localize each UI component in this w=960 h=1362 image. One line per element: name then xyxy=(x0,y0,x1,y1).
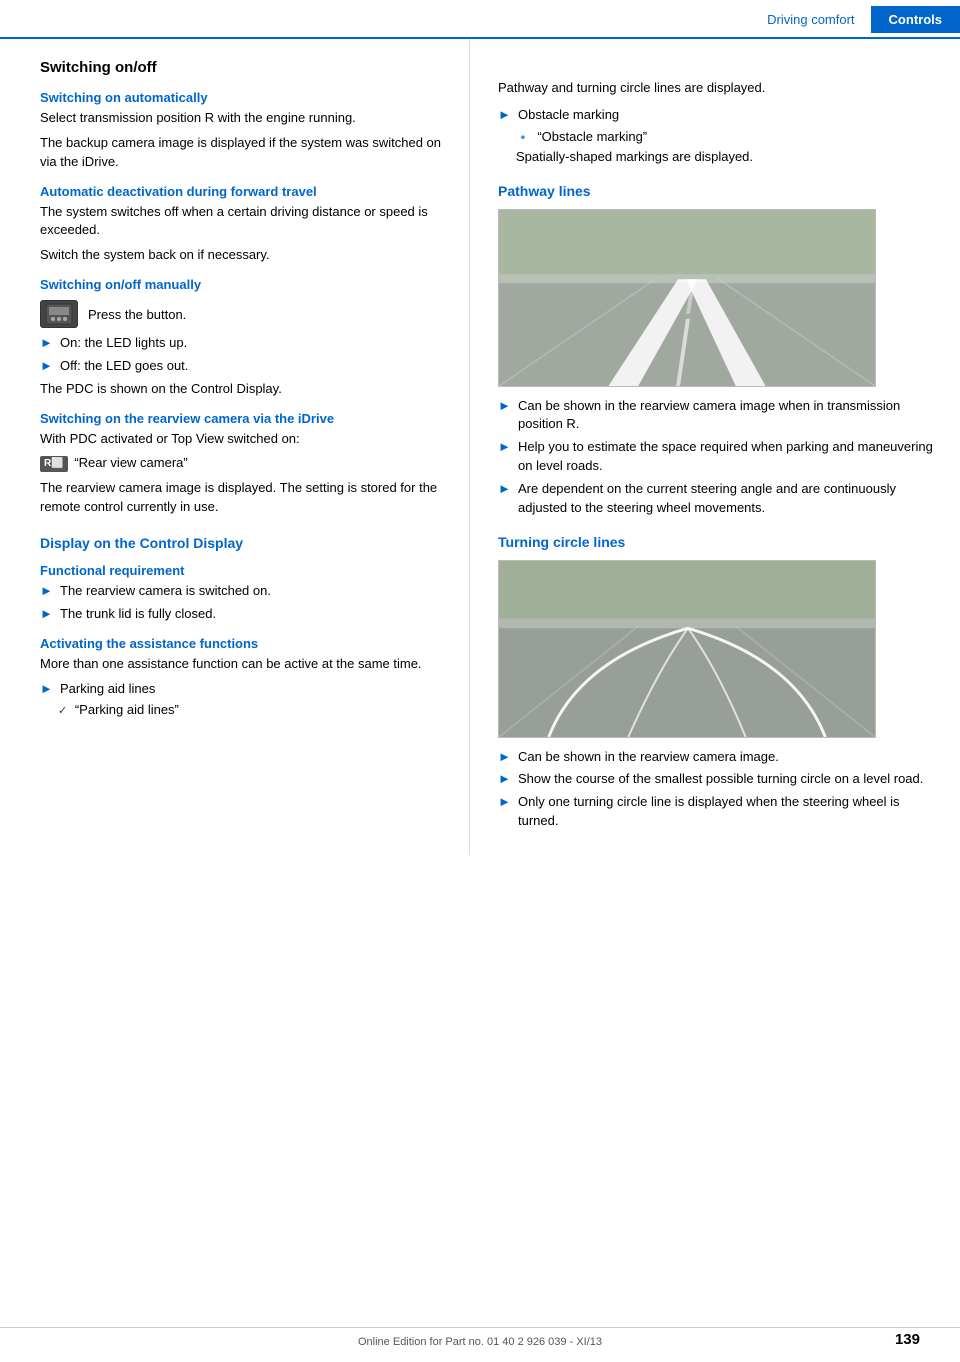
header-driving-comfort: Driving comfort xyxy=(767,12,870,27)
section-display-control: Display on the Control Display xyxy=(40,535,445,551)
sub-bullet-obstacle: 🔹 “Obstacle marking” xyxy=(516,129,936,144)
obstacle-sub-text: “Obstacle marking” xyxy=(537,129,647,144)
arrow-icon-6: ► xyxy=(498,107,512,122)
bullet-turning-course: ► Show the course of the smallest possib… xyxy=(498,770,936,789)
rearview-on-text: The rearview camera is switched on. xyxy=(60,582,271,601)
section-functional-req: Functional requirement xyxy=(40,563,445,578)
bullet-rearview-on: ► The rearview camera is switched on. xyxy=(40,582,445,601)
page-number: 139 xyxy=(895,1331,920,1348)
sub-bullet-parking-aid: ✓ “Parking aid lines” xyxy=(58,702,445,717)
led-on-text: On: the LED lights up. xyxy=(60,334,187,353)
arrow-icon-10: ► xyxy=(498,749,512,764)
pathway-steering-text: Are dependent on the current steering an… xyxy=(518,480,936,518)
section-manual-switch: Switching on/off manually xyxy=(40,277,445,292)
para-switch-back: Switch the system back on if necessary. xyxy=(40,246,445,265)
obstacle-marking-title: Obstacle marking xyxy=(518,106,619,125)
section-auto-deactivation: Automatic deactivation during forward tr… xyxy=(40,184,445,199)
para-more-than-one: More than one assistance function can be… xyxy=(40,655,445,674)
arrow-icon-2: ► xyxy=(40,358,54,373)
left-column: Switching on/off Switching on automatica… xyxy=(0,39,470,855)
arrow-icon-11: ► xyxy=(498,771,512,786)
para-backup-camera: The backup camera image is displayed if … xyxy=(40,134,445,172)
manual-switch-icon-row: Press the button. xyxy=(40,300,186,328)
section-activating-assistance: Activating the assistance functions xyxy=(40,636,445,651)
arrow-icon-5: ► xyxy=(40,681,54,696)
trunk-closed-text: The trunk lid is fully closed. xyxy=(60,605,216,624)
arrow-icon-3: ► xyxy=(40,583,54,598)
bullet-pathway-estimate: ► Help you to estimate the space require… xyxy=(498,438,936,476)
arrow-icon-7: ► xyxy=(498,398,512,413)
right-column: Pathway and turning circle lines are dis… xyxy=(470,39,960,855)
r-icon: R⬜ xyxy=(40,456,68,473)
turning-one-line-text: Only one turning circle line is displaye… xyxy=(518,793,936,831)
arrow-icon-12: ► xyxy=(498,794,512,809)
arrow-icon-9: ► xyxy=(498,481,512,496)
rear-view-camera-label: “Rear view camera” xyxy=(74,455,187,470)
press-button-label: Press the button. xyxy=(88,307,186,322)
obstacle-sub-icon: 🔹 xyxy=(516,132,530,144)
page-content: Switching on/off Switching on automatica… xyxy=(0,39,960,855)
para-camera-image-displayed: The rearview camera image is displayed. … xyxy=(40,479,445,517)
main-title: Switching on/off xyxy=(40,59,445,76)
section-pathway-lines: Pathway lines xyxy=(498,183,936,199)
para-pathway-turning: Pathway and turning circle lines are dis… xyxy=(498,79,936,98)
bullet-led-off: ► Off: the LED goes out. xyxy=(40,357,445,376)
page-footer: Online Edition for Part no. 01 40 2 926 … xyxy=(0,1327,960,1348)
arrow-icon-8: ► xyxy=(498,439,512,454)
page-header: Driving comfort Controls xyxy=(0,0,960,39)
para-rear-view-camera: R⬜ “Rear view camera” xyxy=(40,454,445,473)
bullet-trunk-closed: ► The trunk lid is fully closed. xyxy=(40,605,445,624)
footer-text: Online Edition for Part no. 01 40 2 926 … xyxy=(358,1336,602,1348)
pdc-button-icon[interactable] xyxy=(40,300,78,328)
bullet-pathway-rearview: ► Can be shown in the rearview camera im… xyxy=(498,397,936,435)
pdc-control-display: The PDC is shown on the Control Display. xyxy=(40,380,445,399)
parking-aid-sub-text: “Parking aid lines” xyxy=(75,702,179,717)
para-spatially-shaped: Spatially-shaped markings are displayed. xyxy=(516,148,936,167)
section-switching-on-automatically: Switching on automatically xyxy=(40,90,445,105)
bullet-turning-one-line: ► Only one turning circle line is displa… xyxy=(498,793,936,831)
turning-course-text: Show the course of the smallest possible… xyxy=(518,770,923,789)
bullet-led-on: ► On: the LED lights up. xyxy=(40,334,445,353)
bullet-obstacle-marking: ► Obstacle marking xyxy=(498,106,936,125)
parking-aid-sub-icon: ✓ xyxy=(58,705,67,717)
header-controls: Controls xyxy=(871,6,960,33)
led-off-text: Off: the LED goes out. xyxy=(60,357,188,376)
arrow-icon-1: ► xyxy=(40,335,54,350)
arrow-icon-4: ► xyxy=(40,606,54,621)
para-select-transmission: Select transmission position R with the … xyxy=(40,109,445,128)
bullet-turning-rearview: ► Can be shown in the rearview camera im… xyxy=(498,748,936,767)
section-rearview-idrive: Switching on the rearview camera via the… xyxy=(40,411,445,426)
para-system-switches: The system switches off when a certain d… xyxy=(40,203,445,241)
pathway-rearview-text: Can be shown in the rearview camera imag… xyxy=(518,397,936,435)
bullet-parking-aid: ► Parking aid lines xyxy=(40,680,445,699)
pathway-lines-image xyxy=(498,209,876,387)
parking-aid-text: Parking aid lines xyxy=(60,680,155,699)
turning-rearview-text: Can be shown in the rearview camera imag… xyxy=(518,748,779,767)
para-pdc-activated: With PDC activated or Top View switched … xyxy=(40,430,445,449)
section-turning-circle: Turning circle lines xyxy=(498,534,936,550)
pathway-estimate-text: Help you to estimate the space required … xyxy=(518,438,936,476)
bullet-pathway-steering: ► Are dependent on the current steering … xyxy=(498,480,936,518)
turning-circle-image xyxy=(498,560,876,738)
